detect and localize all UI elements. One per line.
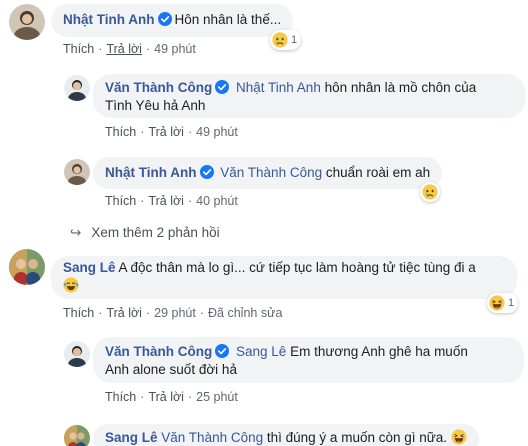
comment-bubble: Nhật Tinh Anh Văn Thành Công chuẩn roài …	[93, 157, 443, 189]
comment-text: Em thương Anh ghê ha muốn	[290, 344, 468, 359]
comment-text: A độc thân mà lo gì... cứ tiếp tục làm h…	[118, 260, 476, 275]
avatar-nhat-tinh-anh[interactable]	[9, 4, 45, 40]
comment-author[interactable]: Sang Lê	[105, 430, 158, 445]
comment-author[interactable]: Văn Thành Công	[105, 344, 212, 359]
comment-bubble: Sang Lê A độc thân mà lo gì... cứ tiếp t…	[51, 256, 517, 299]
comment-time[interactable]: 29 phút	[154, 306, 196, 320]
comment-actions: Thích · Trả lời · 29 phút · Đã chỉnh sửa	[63, 306, 283, 320]
comment-actions: Thích · Trả lời · 40 phút	[105, 194, 238, 208]
verified-badge-icon	[215, 344, 229, 358]
comment-bubble: Văn Thành Công Sang Lê Em thương Anh ghê…	[93, 337, 524, 383]
reaction-summary[interactable]: 1	[487, 293, 519, 313]
reply-button[interactable]: Trả lời	[148, 390, 184, 404]
reaction-summary[interactable]: 1	[270, 30, 302, 50]
reaction-count: 1	[508, 297, 515, 309]
verified-badge-icon	[200, 165, 214, 179]
comment-author[interactable]: Sang Lê	[63, 260, 116, 275]
verified-badge-icon	[215, 80, 229, 94]
comment-time[interactable]: 49 phút	[154, 42, 196, 56]
mention-tag[interactable]: Văn Thành Công	[220, 165, 322, 180]
comment-text-line2: Tình Yêu hả Anh	[105, 98, 206, 113]
laughing-emoji-icon	[63, 277, 79, 293]
reply-arrow-icon: ↪	[70, 225, 82, 240]
edited-label[interactable]: Đã chỉnh sửa	[208, 306, 282, 320]
mention-tag[interactable]: Nhật Tinh Anh	[236, 80, 321, 95]
comment-actions: Thích · Trả lời · 25 phút	[105, 390, 238, 404]
comment-author[interactable]: Nhật Tinh Anh	[63, 12, 155, 27]
avatar-sang-le[interactable]	[64, 425, 90, 446]
comment-time[interactable]: 40 phút	[196, 194, 238, 208]
comment-actions: Thích · Trả lời · 49 phút	[63, 42, 196, 56]
reply-button[interactable]: Trả lời	[106, 42, 142, 56]
view-more-replies-link[interactable]: ↪ Xem thêm 2 phản hồi	[70, 224, 220, 242]
comment-bubble: Nhật Tinh Anh Hôn nhân là thế...	[51, 4, 294, 37]
comment-author[interactable]: Văn Thành Công	[105, 80, 212, 95]
comment-bubble: Sang Lê Văn Thành Công thì đúng ý a muốn…	[93, 424, 479, 446]
avatar-nhat-tinh-anh[interactable]	[64, 159, 90, 185]
comment-actions: Thích · Trả lời · 49 phút	[105, 125, 238, 139]
mention-tag[interactable]: Văn Thành Công	[161, 430, 263, 445]
haha-reaction-icon	[489, 295, 505, 311]
reply-button[interactable]: Trả lời	[148, 194, 184, 208]
comment-text: hôn nhân là mồ chôn của	[324, 80, 477, 95]
like-button[interactable]: Thích	[105, 194, 136, 208]
sad-reaction-icon	[422, 184, 438, 200]
comment-text: chuẩn roài em ah	[325, 165, 431, 180]
like-button[interactable]: Thích	[63, 306, 94, 320]
haha-emoji-icon	[451, 429, 467, 445]
comment-text: thì đúng ý a muốn còn gì nữa.	[266, 430, 448, 445]
avatar-van-thanh-cong[interactable]	[64, 341, 90, 367]
reply-button[interactable]: Trả lời	[106, 306, 142, 320]
reaction-summary[interactable]	[420, 182, 440, 202]
like-button[interactable]: Thích	[105, 125, 136, 139]
verified-badge-icon	[158, 12, 172, 26]
view-more-replies-label: Xem thêm 2 phản hồi	[91, 225, 220, 240]
comment-time[interactable]: 49 phút	[196, 125, 238, 139]
comment-text-line2: Anh alone suốt đời hả	[105, 362, 237, 377]
like-button[interactable]: Thích	[105, 390, 136, 404]
comment-author[interactable]: Nhật Tinh Anh	[105, 165, 197, 180]
avatar-sang-le[interactable]	[9, 249, 45, 285]
comment-time[interactable]: 25 phút	[196, 390, 238, 404]
comment-bubble: Văn Thành Công Nhật Tinh Anh hôn nhân là…	[93, 74, 525, 118]
mention-tag[interactable]: Sang Lê	[236, 344, 286, 359]
reply-button[interactable]: Trả lời	[148, 125, 184, 139]
comment-text: Hôn nhân là thế...	[174, 12, 282, 27]
sad-reaction-icon	[272, 32, 288, 48]
avatar-van-thanh-cong[interactable]	[64, 75, 90, 101]
like-button[interactable]: Thích	[63, 42, 94, 56]
reaction-count: 1	[291, 34, 298, 46]
